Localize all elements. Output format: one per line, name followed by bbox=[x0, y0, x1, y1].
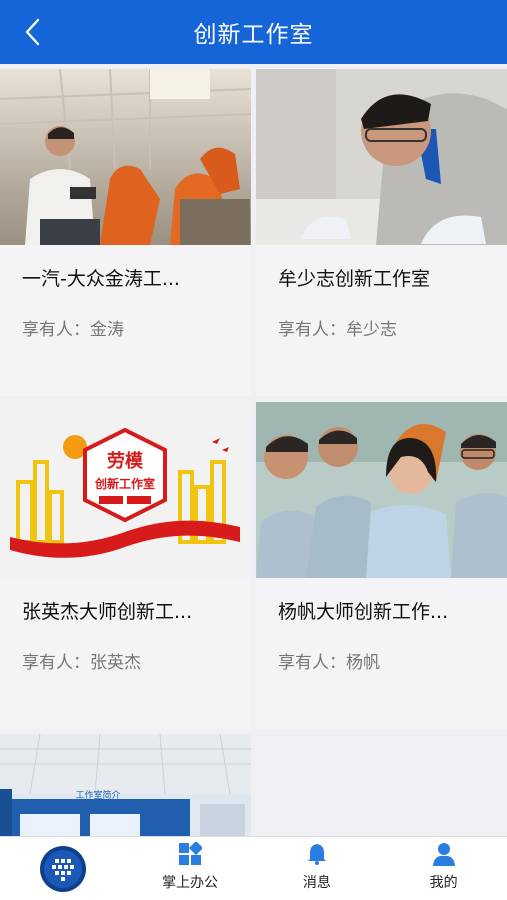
studio-photo: 劳模 创新工作室 bbox=[0, 402, 251, 578]
studio-photo-text: 创新工作室 bbox=[94, 476, 155, 491]
tab-profile[interactable]: 我的 bbox=[380, 837, 507, 900]
tab-label: 掌上办公 bbox=[162, 875, 219, 891]
tab-label: 我的 bbox=[429, 875, 458, 891]
studio-card[interactable]: 工作室简介 bbox=[0, 734, 251, 836]
tab-office[interactable]: 掌上办公 bbox=[127, 837, 254, 900]
studio-photo-text: 工作室简介 bbox=[75, 789, 120, 801]
studio-photo bbox=[256, 69, 507, 245]
studio-title: 张英杰大师创新工... bbox=[22, 601, 193, 623]
studio-photo: 工作室简介 bbox=[0, 734, 251, 836]
tab-bar: 掌上办公 消息 我的 bbox=[0, 836, 507, 900]
person-icon bbox=[432, 843, 455, 866]
studio-owner: 享有人：张英杰 bbox=[22, 653, 141, 673]
studio-owner: 享有人：金涛 bbox=[22, 320, 124, 340]
studio-grid: 一汽-大众金涛工... 享有人：金涛 牟少志创新工作室 享有人：牟少志 劳模 创… bbox=[0, 64, 507, 836]
studio-photo bbox=[0, 69, 251, 245]
studio-card[interactable]: 一汽-大众金涛工... 享有人：金涛 bbox=[0, 69, 251, 396]
grid-apps-icon bbox=[179, 842, 203, 865]
tab-home[interactable] bbox=[0, 837, 127, 900]
chevron-left-icon bbox=[25, 18, 40, 46]
studio-title: 一汽-大众金涛工... bbox=[22, 268, 180, 290]
tab-label: 消息 bbox=[302, 875, 331, 891]
studio-owner: 享有人：牟少志 bbox=[278, 320, 397, 340]
studio-photo bbox=[256, 402, 507, 578]
studio-card[interactable]: 劳模 创新工作室 张英杰大师创新工... 享有人：张英杰 bbox=[0, 402, 251, 729]
studio-title: 杨帆大师创新工作... bbox=[278, 601, 449, 623]
studio-owner: 享有人：杨帆 bbox=[278, 653, 380, 673]
studio-card[interactable]: 杨帆大师创新工作... 享有人：杨帆 bbox=[256, 402, 507, 729]
studio-card[interactable]: 牟少志创新工作室 享有人：牟少志 bbox=[256, 69, 507, 396]
home-logo-icon bbox=[40, 845, 87, 892]
tab-messages[interactable]: 消息 bbox=[254, 837, 381, 900]
nav-bar: 创新工作室 bbox=[0, 0, 507, 64]
studio-title: 牟少志创新工作室 bbox=[278, 268, 431, 290]
back-button[interactable] bbox=[14, 14, 50, 50]
bell-icon bbox=[307, 844, 326, 865]
page-title: 创新工作室 bbox=[193, 22, 314, 48]
studio-photo-text: 劳模 bbox=[107, 450, 144, 472]
